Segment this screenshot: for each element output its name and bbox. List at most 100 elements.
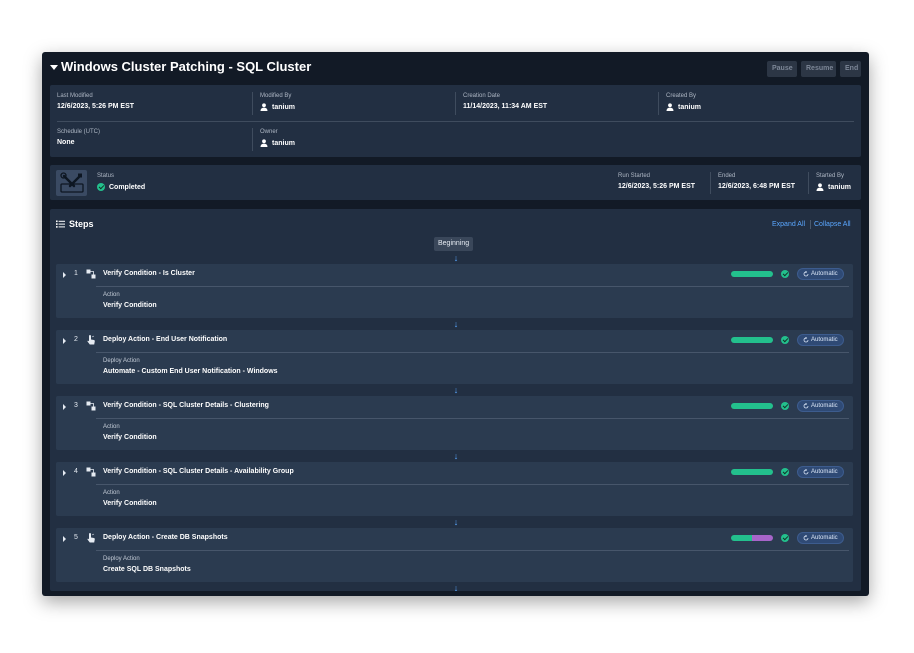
collapse-caret-icon[interactable] <box>50 65 58 70</box>
step-number: 2 <box>74 336 78 343</box>
status-panel: Status Completed Run Started 12/6/2023, … <box>50 165 861 200</box>
step-header-row[interactable]: 5 Deploy Action - Create DB Snapshots Auto… <box>56 528 853 550</box>
step-card[interactable]: 1 Verify Condition - Is Cluster Automatic A… <box>56 264 853 318</box>
ended-text: 12/6/2023, 6:48 PM EST <box>718 183 796 190</box>
step-progress-bar <box>731 271 773 277</box>
badge-label: Automatic <box>811 337 838 343</box>
arrow-down-icon: ↓ <box>453 253 459 263</box>
step-progress-bar <box>731 535 773 541</box>
step-progress-bar <box>731 469 773 475</box>
divider <box>96 286 849 287</box>
run-started-field: Run Started 12/6/2023, 5:26 PM EST <box>618 173 695 190</box>
last-modified-text: 12/6/2023, 5:26 PM EST <box>57 103 135 110</box>
badge-label: Automatic <box>811 469 838 475</box>
automatic-badge: Automatic <box>797 400 844 412</box>
status-text: Completed <box>109 183 146 191</box>
check-circle-icon <box>781 402 789 410</box>
step-card[interactable]: 2 Deploy Action - End User Notification Au… <box>56 330 853 384</box>
expand-caret-icon[interactable] <box>63 536 66 542</box>
tools-illustration-icon <box>59 172 84 193</box>
ended-value: 12/6/2023, 6:48 PM EST <box>718 183 795 190</box>
progress-complete-segment <box>731 271 773 277</box>
progress-complete-segment <box>731 403 773 409</box>
owner-text: tanium <box>272 139 295 147</box>
step-card[interactable]: 5 Deploy Action - Create DB Snapshots Auto… <box>56 528 853 582</box>
user-icon <box>666 103 674 111</box>
badge-label: Automatic <box>811 403 838 409</box>
divider <box>455 92 456 115</box>
badge-label: Automatic <box>811 535 838 541</box>
created-by-value: tanium <box>666 103 701 111</box>
status-value: Completed <box>97 183 145 191</box>
owner-field: Owner tanium <box>260 129 295 147</box>
divider <box>810 220 811 229</box>
refresh-icon <box>803 535 809 541</box>
check-circle-icon <box>781 336 789 344</box>
step-number: 3 <box>74 402 78 409</box>
ended-label: Ended <box>718 173 736 179</box>
step-action-label: Action <box>103 490 120 496</box>
step-number: 4 <box>74 468 78 475</box>
modified-by-value: tanium <box>260 103 295 111</box>
started-by-value: tanium <box>816 183 851 191</box>
step-action-value: Create SQL DB Snapshots <box>103 566 191 573</box>
user-icon <box>260 139 268 147</box>
creation-date-value: 11/14/2023, 11:34 AM EST <box>463 103 547 110</box>
automatic-badge: Automatic <box>797 532 844 544</box>
step-title: Verify Condition - SQL Cluster Details -… <box>103 402 269 409</box>
refresh-icon <box>803 337 809 343</box>
step-header-row[interactable]: 3 Verify Condition - SQL Cluster Details … <box>56 396 853 418</box>
check-circle-icon <box>97 183 105 191</box>
list-icon <box>56 220 65 228</box>
resume-button[interactable]: Resume <box>801 61 836 77</box>
arrow-down-icon: ↓ <box>453 319 459 329</box>
divider <box>96 484 849 485</box>
pause-button[interactable]: Pause <box>767 61 797 77</box>
progress-complete-segment <box>731 337 773 343</box>
run-started-text: 12/6/2023, 5:26 PM EST <box>618 183 696 190</box>
condition-icon <box>86 467 96 477</box>
modified-by-field: Modified By tanium <box>260 93 295 111</box>
divider <box>96 550 849 551</box>
divider <box>252 92 253 115</box>
divider <box>57 121 854 122</box>
check-circle-icon <box>781 534 789 542</box>
schedule-field: Schedule (UTC) None <box>57 129 100 146</box>
collapse-all-link[interactable]: Collapse All <box>814 221 851 228</box>
expand-caret-icon[interactable] <box>63 272 66 278</box>
step-header-row[interactable]: 4 Verify Condition - SQL Cluster Details … <box>56 462 853 484</box>
automatic-badge: Automatic <box>797 334 844 346</box>
step-action-label: Deploy Action <box>103 556 140 562</box>
step-card[interactable]: 3 Verify Condition - SQL Cluster Details … <box>56 396 853 450</box>
step-title: Verify Condition - SQL Cluster Details -… <box>103 468 294 475</box>
end-button[interactable]: End <box>840 61 861 77</box>
user-icon <box>816 183 824 191</box>
created-by-field: Created By tanium <box>666 93 701 111</box>
expand-caret-icon[interactable] <box>63 470 66 476</box>
ended-field: Ended 12/6/2023, 6:48 PM EST <box>718 173 795 190</box>
page-title: Windows Cluster Patching - SQL Cluster <box>61 59 312 74</box>
step-action-value: Verify Condition <box>103 500 157 507</box>
modified-by-label: Modified By <box>260 93 292 99</box>
created-by-label: Created By <box>666 93 697 99</box>
step-progress-bar <box>731 403 773 409</box>
step-action-label: Action <box>103 424 120 430</box>
refresh-icon <box>803 469 809 475</box>
hand-pointer-icon <box>87 335 95 345</box>
arrow-down-icon: ↓ <box>453 385 459 395</box>
check-circle-icon <box>781 270 789 278</box>
check-circle-icon <box>781 468 789 476</box>
schedule-value: None <box>57 139 100 146</box>
steps-title: Steps <box>69 219 94 229</box>
owner-label: Owner <box>260 129 278 135</box>
status-field: Status Completed <box>97 173 145 191</box>
step-header-row[interactable]: 1 Verify Condition - Is Cluster Automatic <box>56 264 853 286</box>
expand-all-link[interactable]: Expand All <box>772 221 805 228</box>
creation-date-label: Creation Date <box>463 93 501 99</box>
expand-caret-icon[interactable] <box>63 404 66 410</box>
schedule-text: None <box>57 139 75 146</box>
step-header-row[interactable]: 2 Deploy Action - End User Notification Au… <box>56 330 853 352</box>
step-card[interactable]: 4 Verify Condition - SQL Cluster Details … <box>56 462 853 516</box>
started-by-text: tanium <box>828 183 851 191</box>
expand-caret-icon[interactable] <box>63 338 66 344</box>
